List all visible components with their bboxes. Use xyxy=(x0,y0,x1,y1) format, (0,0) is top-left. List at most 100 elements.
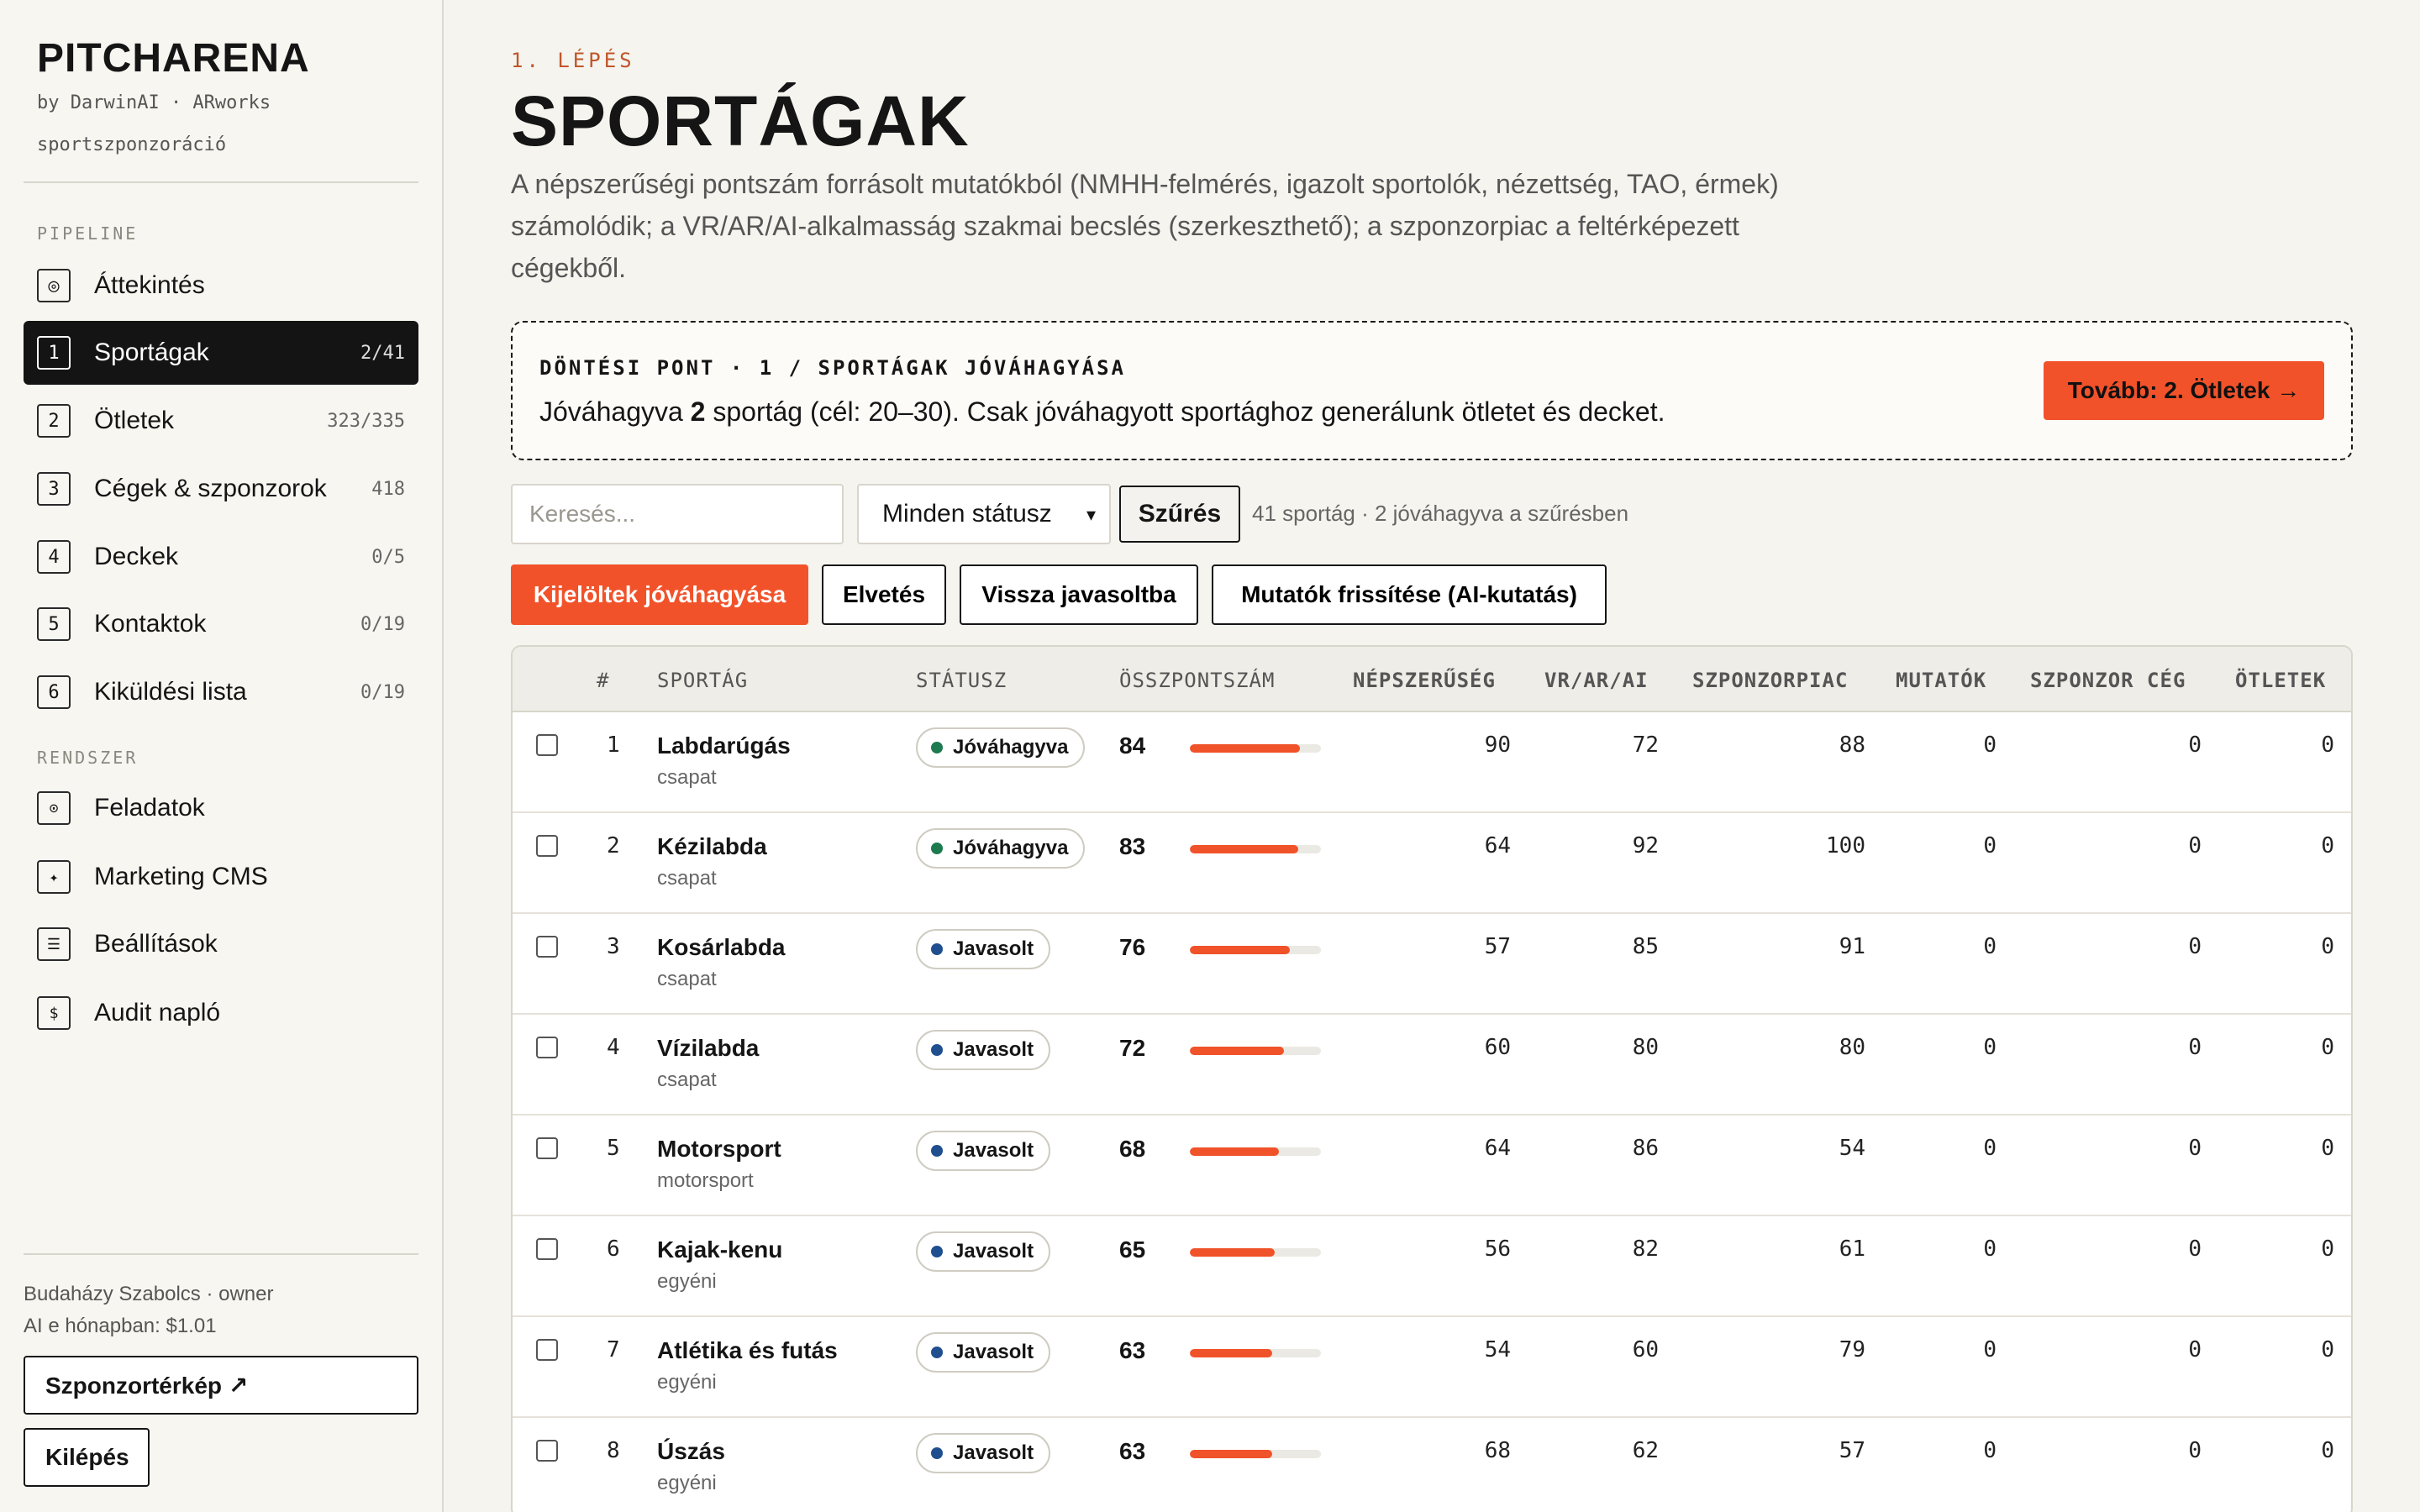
row-index: 1 xyxy=(607,732,620,758)
sidebar-item-label: Kontaktok xyxy=(94,610,207,638)
table-row[interactable]: 2 Kézilabda csapat Jóváhagyva 83 64 92 100 0 0 0 xyxy=(513,813,2351,914)
col-header-sponsor-company[interactable]: SZPONZOR CÉG xyxy=(2030,669,2186,692)
row-checkbox[interactable] xyxy=(536,1440,558,1462)
status-badge: Jóváhagyva xyxy=(916,727,1086,768)
sport-name[interactable]: Kosárlabda xyxy=(657,934,786,961)
sport-type: csapat xyxy=(657,968,717,990)
col-header-vr-ar-ai[interactable]: VR/AR/AI xyxy=(1544,669,1649,692)
popularity-value: 90 xyxy=(1484,732,1511,758)
filter-bar: Minden státusz ▾ Szűrés 41 sportág · 2 j… xyxy=(511,484,2353,544)
sport-name[interactable]: Motorsport xyxy=(657,1136,781,1163)
status-dot-icon xyxy=(931,1347,943,1358)
dollar-icon: $ xyxy=(37,996,71,1030)
sidebar-item-label: Kiküldési lista xyxy=(94,678,247,706)
filter-button[interactable]: Szűrés xyxy=(1119,486,1240,543)
metrics-value: 0 xyxy=(1983,833,1996,858)
step-number-icon: 3 xyxy=(37,472,71,506)
reject-button[interactable]: Elvetés xyxy=(822,564,946,625)
table-row[interactable]: 3 Kosárlabda csapat Javasolt 76 57 85 91 0 0 0 xyxy=(513,914,2351,1015)
sport-name[interactable]: Úszás xyxy=(657,1438,725,1465)
sidebar-item-step-5[interactable]: 5 Kontaktok 0/19 xyxy=(24,592,418,656)
status-select[interactable]: Minden státusz ▾ xyxy=(857,484,1111,544)
sport-name[interactable]: Kézilabda xyxy=(657,833,767,860)
row-checkbox[interactable] xyxy=(536,1339,558,1361)
sport-type: csapat xyxy=(657,867,717,890)
sidebar-item-audit-log[interactable]: $ Audit napló xyxy=(24,981,418,1045)
sponsor-company-value: 0 xyxy=(2188,833,2202,858)
status-dot-icon xyxy=(931,1246,943,1257)
table-row[interactable]: 8 Úszás egyéni Javasolt 63 68 62 57 0 0 0 xyxy=(513,1418,2351,1512)
row-index: 5 xyxy=(607,1136,620,1161)
step-number-icon: 6 xyxy=(37,675,71,709)
row-checkbox[interactable] xyxy=(536,835,558,857)
revert-to-suggested-button[interactable]: Vissza javasoltba xyxy=(960,564,1198,625)
sidebar-item-step-4[interactable]: 4 Deckek 0/5 xyxy=(24,525,418,589)
table-row[interactable]: 6 Kajak-kenu egyéni Javasolt 65 56 82 61 0 0 0 xyxy=(513,1216,2351,1317)
sport-name[interactable]: Vízilabda xyxy=(657,1035,759,1062)
sidebar-item-count: 2/41 xyxy=(360,342,405,364)
sport-name[interactable]: Labdarúgás xyxy=(657,732,791,759)
section-pipeline: PIPELINE xyxy=(37,223,139,244)
vr-ar-ai-value: 80 xyxy=(1632,1035,1659,1060)
col-header-status[interactable]: STÁTUSZ xyxy=(916,669,1007,692)
sidebar-divider xyxy=(24,181,418,183)
col-header-ideas[interactable]: ÖTLETEK xyxy=(2235,669,2326,692)
table-row[interactable]: 7 Atlétika és futás egyéni Javasolt 63 54 60 79… xyxy=(513,1317,2351,1418)
status-dot-icon xyxy=(931,943,943,955)
status-badge: Jóváhagyva xyxy=(916,828,1086,869)
logout-button[interactable]: Kilépés xyxy=(24,1428,150,1487)
sidebar-item-tasks[interactable]: ⊙ Feladatok xyxy=(24,776,418,840)
sidebar-item-step-6[interactable]: 6 Kiküldési lista 0/19 xyxy=(24,660,418,724)
ideas-value: 0 xyxy=(2321,1236,2334,1262)
search-input[interactable] xyxy=(511,484,844,544)
col-header-index: # xyxy=(597,669,610,692)
refresh-metrics-button[interactable]: Mutatók frissítése (AI-kutatás) xyxy=(1212,564,1607,625)
sidebar-item-count: 323/335 xyxy=(327,410,405,432)
sidebar-item-step-2[interactable]: 2 Ötletek 323/335 xyxy=(24,389,418,453)
table-row[interactable]: 1 Labdarúgás csapat Jóváhagyva 84 90 72 88 0 0 0 xyxy=(513,712,2351,813)
menu-icon: ☰ xyxy=(37,927,71,961)
table-row[interactable]: 4 Vízilabda csapat Javasolt 72 60 80 80 0 0 0 xyxy=(513,1015,2351,1116)
next-ideas-button[interactable]: Tovább: 2. Ötletek → xyxy=(2044,361,2324,420)
sidebar-item-settings[interactable]: ☰ Beállítások xyxy=(24,912,418,976)
approve-selected-button[interactable]: Kijelöltek jóváhagyása xyxy=(511,564,808,625)
col-header-popularity[interactable]: NÉPSZERŰSÉG xyxy=(1353,669,1496,692)
row-checkbox[interactable] xyxy=(536,1238,558,1260)
ideas-value: 0 xyxy=(2321,1035,2334,1060)
sidebar-divider-bottom xyxy=(24,1253,418,1255)
row-index: 2 xyxy=(607,833,620,858)
sport-type: csapat xyxy=(657,766,717,789)
overview-icon: ◎ xyxy=(37,269,71,302)
score-bar xyxy=(1190,845,1321,853)
status-label: Javasolt xyxy=(953,1341,1034,1363)
sport-name[interactable]: Atlétika és futás xyxy=(657,1337,838,1364)
table-row[interactable]: 5 Motorsport motorsport Javasolt 68 64 86 54 0 0 0 xyxy=(513,1116,2351,1216)
brand-subtitle: by DarwinAI · ARworks xyxy=(37,92,271,113)
row-checkbox[interactable] xyxy=(536,1037,558,1058)
col-header-sport[interactable]: SPORTÁG xyxy=(657,669,748,692)
sport-type: csapat xyxy=(657,1068,717,1091)
row-checkbox[interactable] xyxy=(536,1137,558,1159)
sidebar-item-label: Áttekintés xyxy=(94,271,205,299)
col-header-total-score[interactable]: ÖSSZPONTSZÁM xyxy=(1119,669,1275,692)
sidebar-item-step-3[interactable]: 3 Cégek & szponzorok 418 xyxy=(24,457,418,521)
user-name: Budaházy Szabolcs · owner xyxy=(24,1283,274,1305)
sport-name[interactable]: Kajak-kenu xyxy=(657,1236,782,1263)
score-bar xyxy=(1190,946,1321,954)
col-header-metrics[interactable]: MUTATÓK xyxy=(1896,669,1986,692)
sidebar-item-step-1[interactable]: 1 Sportágak 2/41 xyxy=(24,321,418,385)
sidebar-item-count: 418 xyxy=(371,478,405,500)
bulk-actions: Kijelöltek jóváhagyása Elvetés Vissza ja… xyxy=(511,564,2353,625)
sidebar-item-overview[interactable]: ◎ Áttekintés xyxy=(24,254,418,318)
sidebar-item-label: Cégek & szponzorok xyxy=(94,475,327,502)
sidebar-item-label: Sportágak xyxy=(94,339,209,366)
sponsor-map-button[interactable]: Szponzortérkép ↗ xyxy=(24,1356,418,1415)
row-checkbox[interactable] xyxy=(536,734,558,756)
sidebar-item-label: Audit napló xyxy=(94,999,221,1026)
row-checkbox[interactable] xyxy=(536,936,558,958)
vr-ar-ai-value: 62 xyxy=(1632,1438,1659,1463)
status-badge: Javasolt xyxy=(916,1332,1051,1373)
row-index: 8 xyxy=(607,1438,620,1463)
col-header-sponsor-market[interactable]: SZPONZORPIAC xyxy=(1692,669,1848,692)
sidebar-item-marketing-cms[interactable]: ✦ Marketing CMS xyxy=(24,845,418,909)
